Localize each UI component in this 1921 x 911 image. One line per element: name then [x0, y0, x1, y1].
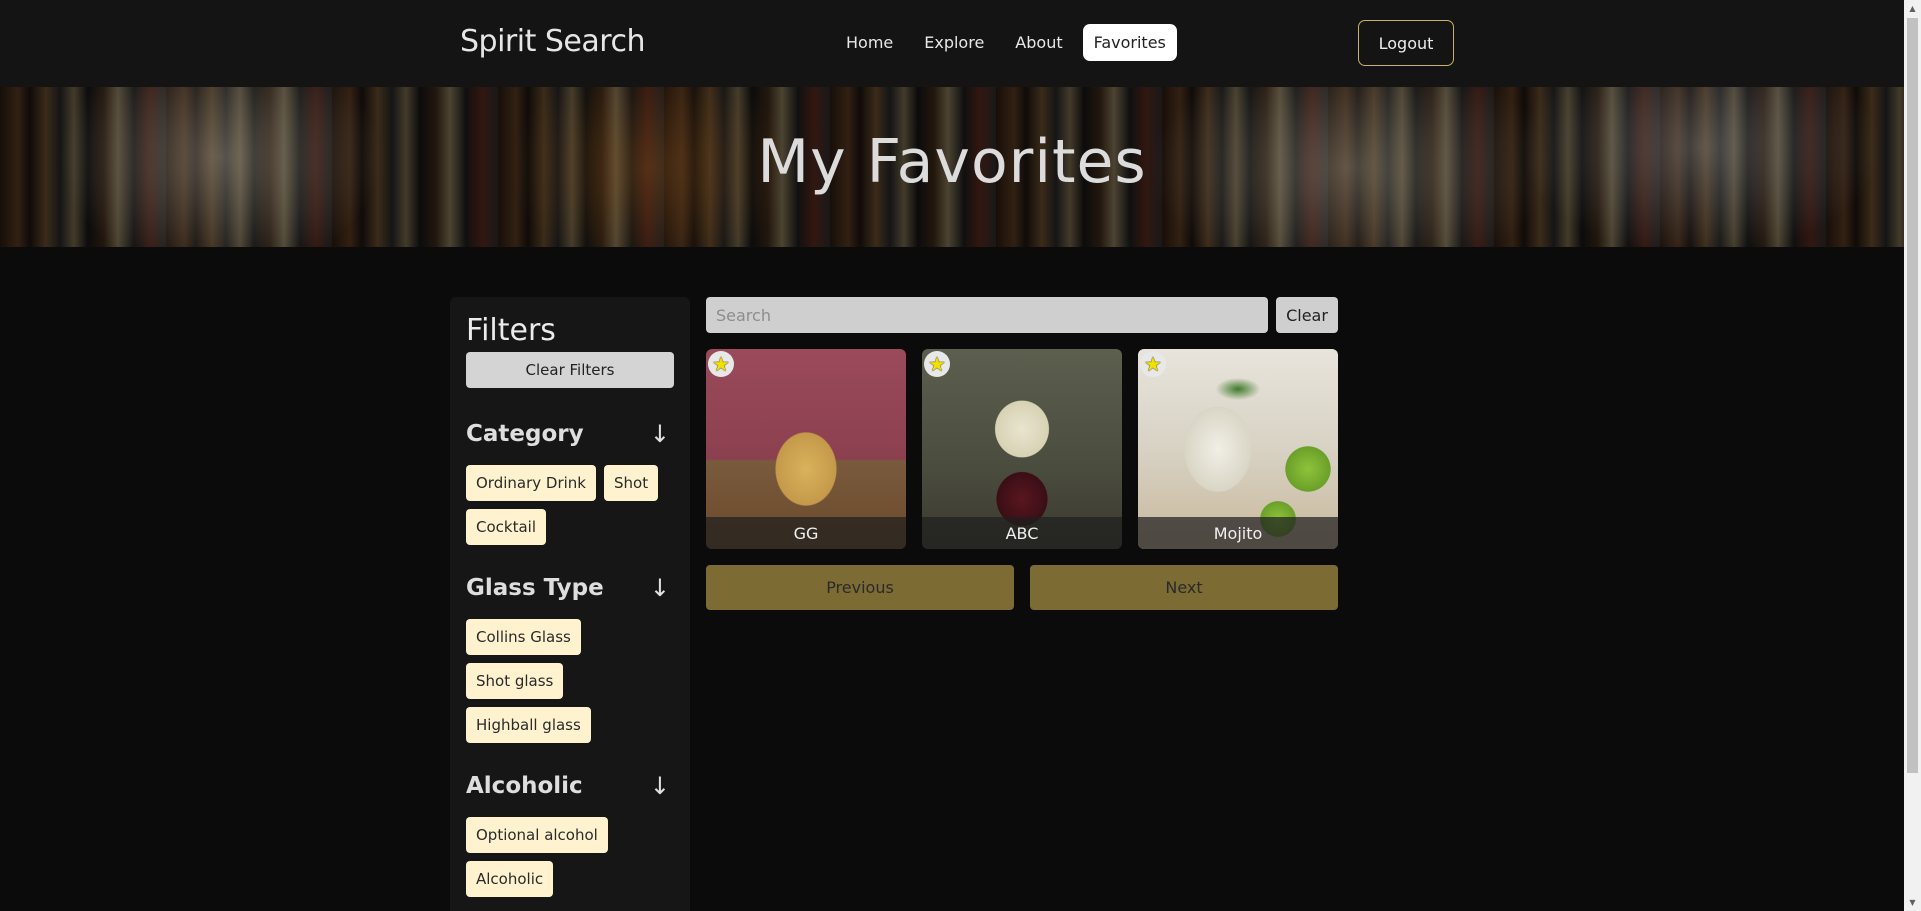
filter-chip[interactable]: Alcoholic [466, 861, 554, 897]
nav-link-home[interactable]: Home [835, 24, 904, 61]
clear-filters-button[interactable]: Clear Filters [466, 352, 674, 388]
hero-banner: My Favorites [0, 87, 1904, 247]
drink-card[interactable]: ★ GG [706, 349, 906, 549]
drink-card[interactable]: ★ Mojito [1138, 349, 1338, 549]
arrow-down-icon[interactable]: ↓ [650, 772, 670, 800]
filter-chips: Ordinary Drink Shot Cocktail [466, 465, 674, 545]
nav-link-favorites[interactable]: Favorites [1082, 24, 1177, 61]
filter-chip[interactable]: Collins Glass [466, 619, 581, 655]
filter-section-alcoholic: Alcoholic ↓ Optional alcohol Alcoholic [466, 772, 674, 897]
previous-button[interactable]: Previous [706, 565, 1014, 610]
filter-section-title: Glass Type [466, 575, 604, 601]
search-input[interactable] [706, 297, 1268, 333]
star-icon[interactable]: ★ [924, 351, 950, 377]
filter-section-header[interactable]: Alcoholic ↓ [466, 772, 674, 800]
logout-button[interactable]: Logout [1358, 20, 1454, 66]
scroll-up-icon[interactable]: ▲ [1904, 0, 1921, 17]
filter-chip[interactable]: Shot glass [466, 663, 564, 699]
clear-search-button[interactable]: Clear [1276, 297, 1338, 333]
filters-title: Filters [466, 313, 556, 348]
filter-section-glass-type: Glass Type ↓ Collins Glass Shot glass Hi… [466, 574, 674, 743]
scroll-down-icon[interactable]: ▼ [1904, 894, 1921, 911]
filter-chip[interactable]: Cocktail [466, 509, 546, 545]
filter-section-category: Category ↓ Ordinary Drink Shot Cocktail [466, 420, 674, 545]
star-icon[interactable]: ★ [708, 351, 734, 377]
nav-links: Home Explore About Favorites [835, 24, 1177, 61]
filter-chip[interactable]: Highball glass [466, 707, 591, 743]
filter-chip[interactable]: Ordinary Drink [466, 465, 596, 501]
filter-section-title: Alcoholic [466, 773, 583, 799]
filter-chips: Optional alcohol Alcoholic [466, 817, 674, 897]
drink-name: GG [706, 517, 906, 549]
drink-card[interactable]: ★ ABC [922, 349, 1122, 549]
nav-link-about[interactable]: About [1004, 24, 1073, 61]
nav-link-explore[interactable]: Explore [913, 24, 995, 61]
filter-section-header[interactable]: Category ↓ [466, 420, 674, 448]
search-bar: Clear [706, 297, 1338, 333]
scrollbar-thumb[interactable] [1907, 18, 1918, 773]
brand-title[interactable]: Spirit Search [460, 24, 645, 59]
filter-section-title: Category [466, 421, 584, 447]
filter-chips: Collins Glass Shot glass Highball glass [466, 619, 674, 743]
page-title: My Favorites [757, 127, 1147, 197]
page-scrollbar[interactable]: ▲ ▼ [1904, 0, 1921, 911]
next-button[interactable]: Next [1030, 565, 1338, 610]
arrow-down-icon[interactable]: ↓ [650, 420, 670, 448]
pagination: Previous Next [706, 565, 1338, 610]
filter-chip[interactable]: Optional alcohol [466, 817, 608, 853]
star-icon[interactable]: ★ [1140, 351, 1166, 377]
arrow-down-icon[interactable]: ↓ [650, 574, 670, 602]
filters-sidebar: Filters Clear Filters Category ↓ Ordinar… [450, 297, 690, 911]
drink-name: ABC [922, 517, 1122, 549]
drink-name: Mojito [1138, 517, 1338, 549]
favorites-grid: ★ GG ★ ABC ★ Mojito [706, 349, 1338, 549]
filter-chip[interactable]: Shot [604, 465, 659, 501]
filter-section-header[interactable]: Glass Type ↓ [466, 574, 674, 602]
top-navbar: Spirit Search Home Explore About Favorit… [0, 0, 1904, 87]
